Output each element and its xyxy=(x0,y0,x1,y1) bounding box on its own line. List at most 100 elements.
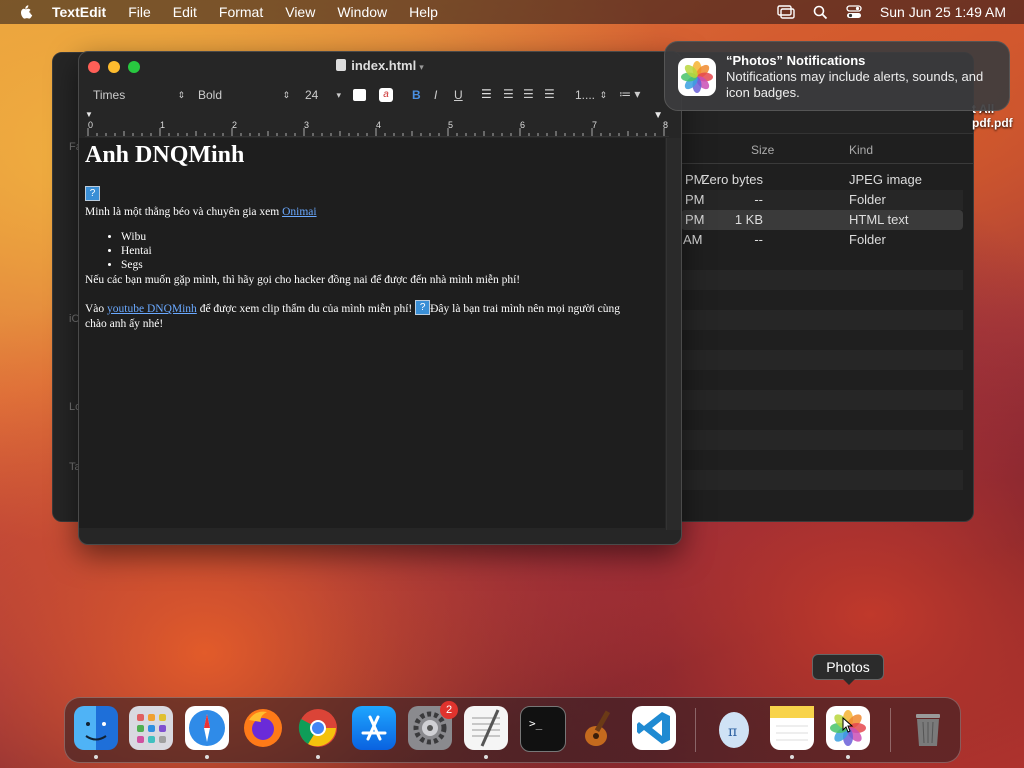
preview-dock-icon[interactable]: π xyxy=(712,706,756,750)
menu-help[interactable]: Help xyxy=(409,4,438,20)
line-spacing-popup[interactable]: 1.... ⇕ xyxy=(569,86,609,104)
align-left-icon[interactable]: ☰ xyxy=(481,87,492,101)
menu-app-name[interactable]: TextEdit xyxy=(52,4,106,20)
spotlight-search-icon[interactable] xyxy=(813,5,828,20)
finder-empty-row xyxy=(681,390,963,410)
doc-paragraph: Nếu các bạn muốn gặp mình, thì hãy gọi c… xyxy=(85,274,521,286)
justify-icon[interactable]: ☰ xyxy=(544,87,555,101)
menu-edit[interactable]: Edit xyxy=(173,4,197,20)
row-date: AM xyxy=(683,232,703,247)
row-date: PM xyxy=(685,212,705,227)
ruler-label: 6 xyxy=(520,120,526,130)
menu-format[interactable]: Format xyxy=(219,4,263,20)
finder-row[interactable]: PM Zero bytes JPEG image xyxy=(681,170,963,190)
broken-image-icon[interactable]: ? xyxy=(415,300,431,315)
finder-empty-row xyxy=(681,270,963,290)
stepper-icon: ⇕ xyxy=(177,90,185,100)
ruler-label: 8 xyxy=(663,120,669,130)
screen-mirroring-icon[interactable] xyxy=(777,5,795,19)
photos-dock-icon[interactable] xyxy=(826,706,870,750)
font-family-value: Times xyxy=(93,88,126,102)
finder-dock-icon[interactable] xyxy=(74,706,118,750)
row-kind: JPEG image xyxy=(849,172,922,187)
apple-menu-icon[interactable] xyxy=(18,4,34,20)
desktop-file-label: pdf.pdf xyxy=(972,116,1013,130)
finder-empty-row xyxy=(681,350,963,370)
column-kind-header[interactable]: Kind xyxy=(849,143,873,157)
align-center-icon[interactable]: ☰ xyxy=(503,87,514,101)
text-color-well[interactable] xyxy=(353,89,366,101)
ruler-label: 4 xyxy=(376,120,382,130)
bold-button[interactable]: B xyxy=(412,88,421,102)
finder-empty-row xyxy=(681,310,963,330)
notes-dock-icon[interactable] xyxy=(770,706,814,750)
chevron-down-icon: ▾ xyxy=(336,90,341,100)
row-kind: Folder xyxy=(849,192,886,207)
window-title-text: index.html xyxy=(351,58,417,73)
vscode-dock-icon[interactable] xyxy=(632,706,676,750)
broken-image-icon[interactable]: ? xyxy=(85,186,100,201)
garageband-dock-icon[interactable] xyxy=(576,706,620,750)
ruler-label: 0 xyxy=(88,120,94,130)
list-bullets-icon[interactable]: ≔ ▾ xyxy=(619,87,640,101)
finder-row-selected[interactable]: PM 1 KB HTML text xyxy=(681,210,963,230)
ruler-label: 7 xyxy=(592,120,598,130)
terminal-dock-icon[interactable]: >_ xyxy=(520,706,566,752)
font-size-combo[interactable]: 24 ▾ xyxy=(299,86,345,104)
firefox-dock-icon[interactable] xyxy=(241,706,285,750)
row-size: 1 KB xyxy=(734,212,763,227)
underline-button[interactable]: U xyxy=(454,88,463,102)
window-title[interactable]: index.html ▾ xyxy=(79,58,681,73)
align-right-icon[interactable]: ☰ xyxy=(523,87,534,101)
launchpad-dock-icon[interactable] xyxy=(129,706,173,750)
menu-clock[interactable]: Sun Jun 25 1:49 AM xyxy=(880,4,1006,20)
chrome-dock-icon[interactable] xyxy=(296,706,340,750)
row-size: Zero bytes xyxy=(701,172,763,187)
textedit-dock-icon[interactable] xyxy=(464,706,508,750)
stepper-icon: ⇕ xyxy=(282,90,290,100)
app-store-dock-icon[interactable] xyxy=(352,706,396,750)
onimai-link[interactable]: Onimai xyxy=(282,206,317,218)
doc-intro: Minh là một thằng béo và chuyên gia xem … xyxy=(85,206,317,218)
chevron-down-icon[interactable]: ▾ xyxy=(419,62,424,72)
ruler[interactable]: ▼ ▼ 0 1 2 3 4 5 6 7 8 xyxy=(85,110,669,137)
menu-window[interactable]: Window xyxy=(337,4,387,20)
list-item: Wibu xyxy=(121,230,152,244)
finder-row[interactable]: PM -- Folder xyxy=(681,190,963,210)
column-size-header[interactable]: Size xyxy=(751,143,774,157)
document-text-area[interactable]: Anh DNQMinh ? Minh là một thằng béo và c… xyxy=(79,138,665,528)
doc-text: Vào xyxy=(85,303,108,315)
notification-banner[interactable]: “Photos” Notifications Notifications may… xyxy=(664,41,1010,111)
finder-column-header: Size Kind xyxy=(681,141,973,164)
font-style-value: Bold xyxy=(198,88,223,102)
list-item: Hentai xyxy=(121,244,152,258)
youtube-link[interactable]: youtube DNQMinh xyxy=(107,303,197,315)
list-item: Segs xyxy=(121,258,152,272)
font-size-value: 24 xyxy=(305,88,319,102)
textedit-window[interactable]: index.html ▾ Times ⇕ Bold ⇕ 24 ▾ a B I U ☰ ☰… xyxy=(78,51,682,545)
font-style-popup[interactable]: Bold ⇕ xyxy=(192,86,294,104)
doc-paragraph: Vào youtube DNQMinh để được xem clip thẩ… xyxy=(85,300,620,315)
highlight-color-icon[interactable]: a xyxy=(379,88,393,102)
font-family-popup[interactable]: Times ⇕ xyxy=(87,86,189,104)
svg-text:π: π xyxy=(728,724,737,740)
menu-file[interactable]: File xyxy=(128,4,151,20)
doc-list: Wibu Hentai Segs xyxy=(85,230,152,272)
textedit-titlebar[interactable]: index.html ▾ xyxy=(79,52,681,82)
vertical-scrollbar[interactable] xyxy=(666,138,681,530)
italic-button[interactable]: I xyxy=(434,88,437,102)
finder-row[interactable]: AM -- Folder xyxy=(681,230,963,250)
broken-image-line: ? xyxy=(85,186,100,201)
photos-app-icon xyxy=(678,58,716,96)
row-kind: Folder xyxy=(849,232,886,247)
row-kind: HTML text xyxy=(849,212,909,227)
control-center-icon[interactable] xyxy=(846,5,862,19)
doc-heading: Anh DNQMinh xyxy=(85,142,245,168)
menu-view[interactable]: View xyxy=(285,4,315,20)
dock: >_ π xyxy=(64,697,961,763)
ruler-label: 1 xyxy=(160,120,166,130)
doc-text: Đây là bạn trai mình nên mọi người cùng xyxy=(430,303,621,315)
safari-dock-icon[interactable] xyxy=(185,706,229,750)
doc-paragraph: chào anh ấy nhé! xyxy=(85,318,164,330)
trash-dock-icon[interactable] xyxy=(906,706,950,750)
